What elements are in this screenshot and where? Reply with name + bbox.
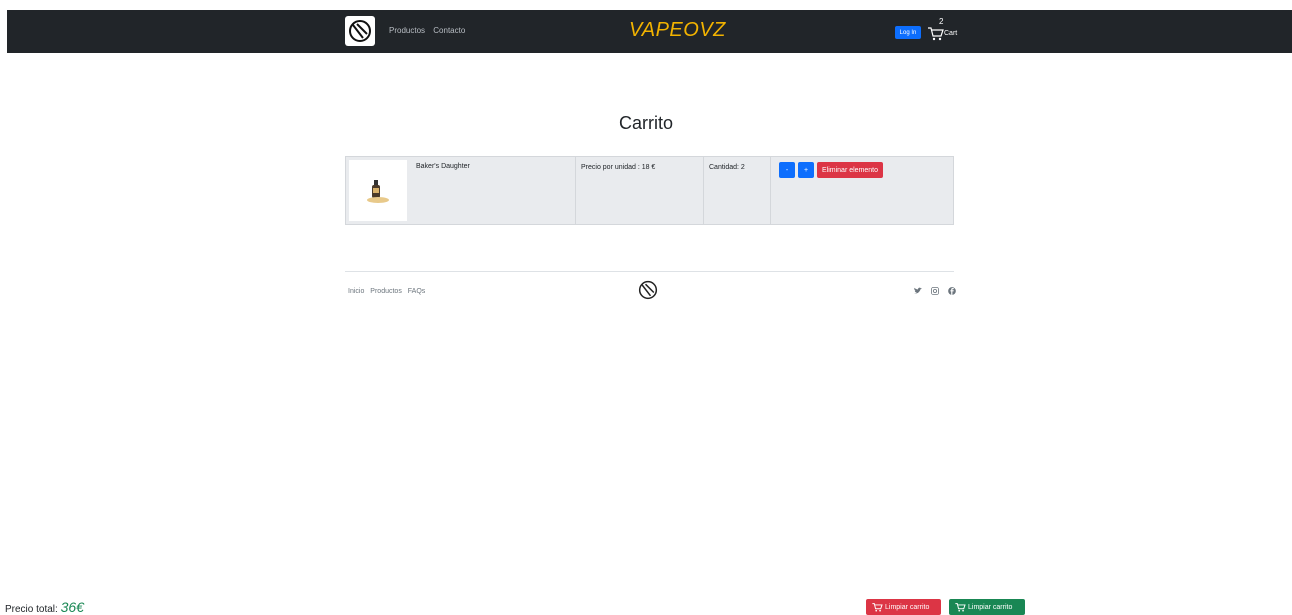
product-price: Precio por unidad : 18 €	[575, 157, 703, 224]
clear-cart-label: Limpiar carrito	[885, 603, 930, 611]
footer-link-productos[interactable]: Productos	[370, 288, 402, 295]
product-name: Baker's Daughter	[416, 163, 470, 170]
total-label: Precio total:	[5, 604, 58, 615]
login-button[interactable]: Log In	[895, 26, 921, 39]
product-quantity: Cantidad: 2	[703, 157, 770, 224]
instagram-icon[interactable]	[931, 287, 939, 295]
clear-cart-button-red[interactable]: Limpiar carrito	[866, 599, 941, 615]
nav-link-productos[interactable]: Productos	[389, 26, 425, 35]
total-price: Precio total: 36€	[5, 599, 84, 615]
footer-link-inicio[interactable]: Inicio	[348, 288, 364, 295]
cart-count-badge: 2	[939, 17, 944, 26]
twitter-icon[interactable]	[914, 287, 922, 295]
total-value: 36€	[60, 599, 84, 615]
cart-icon	[955, 602, 966, 612]
nav-links: Productos Contacto	[389, 26, 471, 35]
increment-button[interactable]: +	[798, 162, 814, 178]
product-image	[349, 160, 407, 221]
brand-title[interactable]: VAPEOVZ	[629, 19, 726, 42]
cart-label: Cart	[944, 30, 958, 37]
social-icons	[914, 287, 956, 295]
navbar: Productos Contacto VAPEOVZ Log In 2 Cart	[7, 10, 1292, 53]
footer-divider	[345, 271, 954, 272]
footer-logo-icon[interactable]	[638, 280, 658, 305]
footer-links: Inicio Productos FAQs	[348, 288, 429, 295]
nav-link-contacto[interactable]: Contacto	[433, 26, 465, 35]
footer-link-faqs[interactable]: FAQs	[408, 288, 426, 295]
vape-logo-icon[interactable]	[345, 16, 375, 46]
facebook-icon[interactable]	[948, 287, 956, 295]
cart-item-row: Baker's Daughter Precio por unidad : 18 …	[345, 156, 954, 225]
cart-icon	[928, 27, 944, 41]
page-title: Carrito	[618, 113, 673, 133]
remove-item-button[interactable]: Eliminar elemento	[817, 162, 884, 178]
clear-cart-button-green[interactable]: Limpiar carrito	[949, 599, 1025, 615]
cart-icon	[872, 602, 883, 612]
clear-cart-label: Limpiar carrito	[968, 603, 1013, 611]
item-actions: - + Eliminar elemento	[770, 157, 953, 224]
decrement-button[interactable]: -	[779, 162, 795, 178]
